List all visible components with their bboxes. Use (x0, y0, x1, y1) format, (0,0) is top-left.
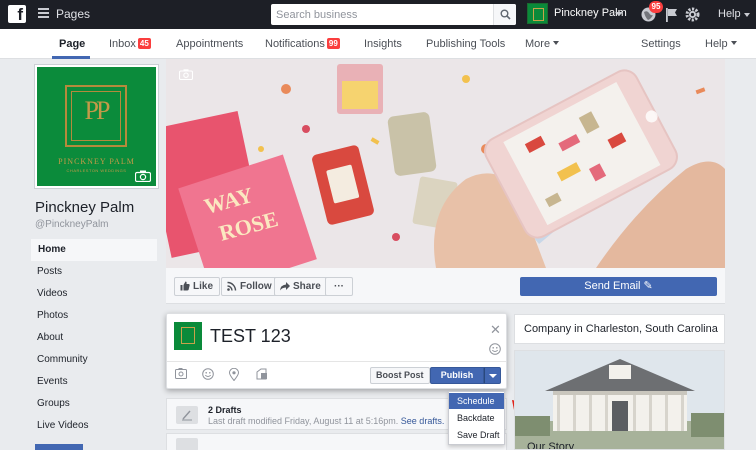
active-tab-indicator (52, 56, 90, 59)
tab-more[interactable]: More (525, 38, 560, 50)
top-bar: f Pages Pinckney Palm 95 Help (0, 0, 756, 29)
like-label: Like (193, 281, 214, 292)
camera-icon[interactable] (179, 69, 193, 80)
tab-appointments[interactable]: Appointments (176, 38, 243, 50)
our-story-card[interactable]: Our Story (514, 350, 725, 450)
drafts-description: Last draft modified Friday, August 11 at… (208, 416, 444, 426)
photo-icon[interactable] (175, 368, 187, 379)
search-box (271, 4, 516, 25)
chevron-down-icon (553, 41, 560, 45)
cover-photo[interactable]: WAY ROSE (166, 59, 725, 268)
tab-settings[interactable]: Settings (641, 38, 681, 50)
tab-label: Help (705, 38, 728, 50)
page-nav: Page Inbox 45 Appointments Notifications 9… (0, 29, 756, 59)
search-input[interactable] (271, 4, 493, 25)
emoji-icon[interactable] (489, 343, 501, 355)
facebook-logo-icon[interactable]: f (8, 5, 26, 24)
sidebar-item-posts[interactable]: Posts (31, 261, 157, 283)
camera-icon[interactable] (135, 170, 151, 182)
search-button[interactable] (493, 4, 516, 25)
menu-item-schedule[interactable]: Schedule (449, 393, 504, 409)
post-composer: TEST 123 ✕ Boost Post Publish (166, 313, 507, 389)
send-email-button[interactable]: Send Email ✎ (520, 277, 717, 296)
share-label: Share (293, 281, 321, 292)
search-icon (500, 9, 511, 20)
tab-page[interactable]: Page (59, 38, 85, 50)
tab-help[interactable]: Help (705, 38, 737, 50)
side-nav: Home Posts Videos Photos About Community… (31, 239, 157, 437)
menu-item-backdate[interactable]: Backdate (449, 410, 504, 426)
sidebar-item-community[interactable]: Community (31, 349, 157, 371)
chevron-down-icon (730, 41, 737, 45)
tag-product-icon[interactable] (256, 368, 268, 380)
tab-notifications[interactable]: Notifications 99 (265, 38, 340, 50)
section-label[interactable]: Pages (56, 7, 90, 21)
composer-text[interactable]: TEST 123 (210, 326, 291, 347)
share-button[interactable]: Share (274, 277, 328, 296)
help-menu[interactable]: Help (718, 8, 750, 20)
tab-inbox[interactable]: Inbox 45 (109, 38, 151, 50)
about-card: Company in Charleston, South Carolina (514, 314, 725, 344)
sidebar-item-photos[interactable]: Photos (31, 305, 157, 327)
menu-item-save-draft[interactable]: Save Draft (449, 427, 504, 443)
flag-icon[interactable] (663, 6, 680, 23)
follow-button[interactable]: Follow (221, 277, 279, 296)
cover-photo-image: WAY ROSE (166, 59, 725, 268)
menu-icon[interactable] (38, 8, 49, 19)
profile-picture[interactable]: PP PINCKNEY PALM CHARLESTON WEDDINGS (35, 65, 158, 188)
page-category[interactable]: Company in Charleston, South Carolina (524, 323, 718, 335)
tab-label: More (525, 38, 551, 50)
publish-button[interactable]: Publish (430, 367, 484, 384)
see-drafts-link[interactable]: See drafts. (401, 416, 445, 426)
sidebar-item-about[interactable]: About (31, 327, 157, 349)
share-icon (280, 282, 290, 291)
sidebar-item-videos[interactable]: Videos (31, 283, 157, 305)
inbox-badge: 45 (137, 38, 151, 49)
avatar (174, 322, 202, 350)
sidebar-item-home[interactable]: Home (31, 239, 157, 261)
sidebar-item-events[interactable]: Events (31, 371, 157, 393)
divider (167, 361, 506, 362)
location-pin-icon[interactable] (229, 368, 239, 381)
pencil-icon (176, 406, 198, 424)
sidebar-item-live-videos[interactable]: Live Videos (31, 415, 157, 437)
page-handle[interactable]: @PinckneyPalm (35, 219, 109, 230)
brand-logo: PP (65, 85, 127, 147)
notification-badge: 95 (649, 1, 663, 13)
like-button[interactable]: Like (174, 277, 221, 296)
drafts-modified-text: Last draft modified Friday, August 11 at… (208, 416, 399, 426)
tab-label: Notifications (265, 38, 325, 50)
notifications-badge: 99 (326, 38, 340, 49)
gear-icon[interactable] (684, 6, 701, 23)
chevron-down-icon (615, 12, 623, 16)
pencil-icon (176, 438, 198, 450)
sidebar-item-groups[interactable]: Groups (31, 393, 157, 415)
more-options-button[interactable]: ··· (325, 277, 353, 296)
boost-post-button[interactable]: Boost Post (370, 367, 430, 384)
avatar (527, 3, 548, 24)
brand-logo-text: PINCKNEY PALM (58, 157, 135, 166)
create-page-button[interactable] (35, 444, 83, 450)
page-title: Pinckney Palm (35, 199, 135, 216)
tab-label: Inbox (109, 38, 136, 50)
publish-options-chevron-down-icon[interactable] (484, 367, 501, 384)
follow-label: Follow (240, 281, 272, 292)
rss-icon (227, 281, 237, 291)
publish-options-menu: Schedule Backdate Save Draft (448, 391, 505, 445)
thumbs-up-icon (180, 281, 190, 291)
tab-insights[interactable]: Insights (364, 38, 402, 50)
drafts-title: 2 Drafts (208, 405, 242, 415)
our-story-title: Our Story (527, 441, 575, 450)
feeling-icon[interactable] (202, 368, 214, 380)
story-image (515, 351, 724, 449)
tab-publishing-tools[interactable]: Publishing Tools (426, 38, 505, 50)
close-icon[interactable]: ✕ (490, 322, 501, 338)
